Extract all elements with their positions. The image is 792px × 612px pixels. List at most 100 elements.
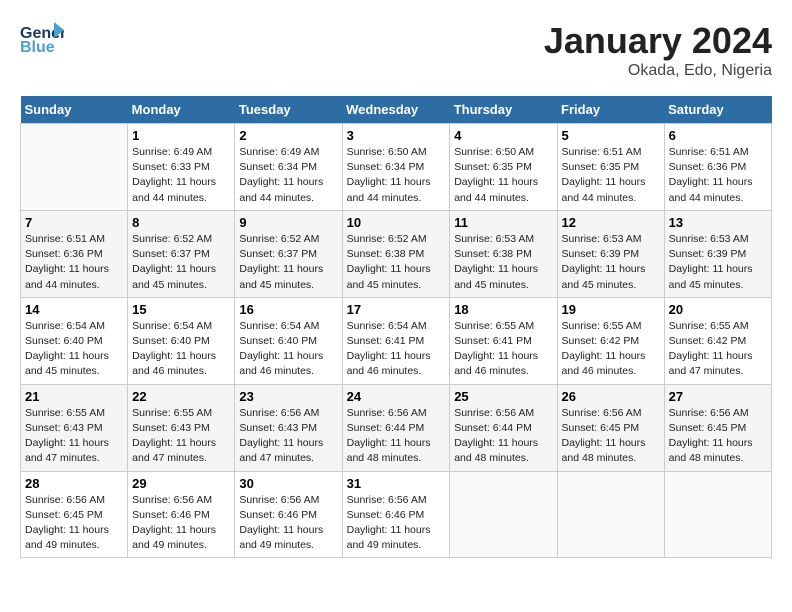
calendar-cell: 31Sunrise: 6:56 AMSunset: 6:46 PMDayligh…: [342, 471, 450, 558]
day-detail: Sunrise: 6:56 AMSunset: 6:43 PMDaylight:…: [239, 406, 337, 467]
calendar-cell: 18 Sunrise: 6:55 AMSunset: 6:41 PMDayligh…: [450, 297, 557, 384]
calendar-cell: 6 Sunrise: 6:51 AMSunset: 6:36 PMDaylight…: [664, 124, 771, 211]
day-detail: Sunrise: 6:49 AMSunset: 6:33 PMDaylight:…: [132, 145, 230, 206]
calendar-cell: 5Sunrise: 6:51 AMSunset: 6:35 PMDaylight…: [557, 124, 664, 211]
day-number: 6: [669, 128, 767, 143]
day-number: 20: [669, 302, 767, 317]
calendar-cell: 4 Sunrise: 6:50 AMSunset: 6:35 PMDaylight…: [450, 124, 557, 211]
calendar-cell: 15 Sunrise: 6:54 AMSunset: 6:40 PMDayligh…: [128, 297, 235, 384]
weekday-header-wednesday: Wednesday: [342, 96, 450, 124]
day-detail: Sunrise: 6:55 AMSunset: 6:43 PMDaylight:…: [25, 406, 123, 467]
day-number: 3: [347, 128, 446, 143]
day-number: 31: [347, 476, 446, 491]
day-number: 21: [25, 389, 123, 404]
logo-icon: General Blue: [20, 20, 64, 56]
day-number: 15: [132, 302, 230, 317]
calendar-cell: 11Sunrise: 6:53 AMSunset: 6:38 PMDayligh…: [450, 210, 557, 297]
day-detail: Sunrise: 6:56 AMSunset: 6:44 PMDaylight:…: [454, 406, 552, 467]
day-number: 18: [454, 302, 552, 317]
calendar-cell: 23 Sunrise: 6:56 AMSunset: 6:43 PMDayligh…: [235, 384, 342, 471]
calendar-cell: 14 Sunrise: 6:54 AMSunset: 6:40 PMDayligh…: [21, 297, 128, 384]
day-number: 7: [25, 215, 123, 230]
day-number: 22: [132, 389, 230, 404]
calendar-cell: 7 Sunrise: 6:51 AMSunset: 6:36 PMDaylight…: [21, 210, 128, 297]
calendar-cell: 21 Sunrise: 6:55 AMSunset: 6:43 PMDayligh…: [21, 384, 128, 471]
day-detail: Sunrise: 6:55 AMSunset: 6:42 PMDaylight:…: [669, 319, 767, 380]
day-number: 10: [347, 215, 446, 230]
weekday-header-row: SundayMondayTuesdayWednesdayThursdayFrid…: [21, 96, 772, 124]
calendar-cell: 1 Sunrise: 6:49 AMSunset: 6:33 PMDaylight…: [128, 124, 235, 211]
logo: General Blue: [20, 20, 64, 56]
day-number: 13: [669, 215, 767, 230]
calendar-week-row: 14 Sunrise: 6:54 AMSunset: 6:40 PMDayligh…: [21, 297, 772, 384]
calendar-cell: 20 Sunrise: 6:55 AMSunset: 6:42 PMDayligh…: [664, 297, 771, 384]
day-number: 28: [25, 476, 123, 491]
calendar-cell: 26 Sunrise: 6:56 AMSunset: 6:45 PMDayligh…: [557, 384, 664, 471]
day-number: 14: [25, 302, 123, 317]
calendar-cell: [21, 124, 128, 211]
day-number: 16: [239, 302, 337, 317]
day-detail: Sunrise: 6:56 AMSunset: 6:45 PMDaylight:…: [562, 406, 660, 467]
weekday-header-saturday: Saturday: [664, 96, 771, 124]
calendar-cell: 30Sunrise: 6:56 AMSunset: 6:46 PMDayligh…: [235, 471, 342, 558]
day-number: 17: [347, 302, 446, 317]
day-number: 23: [239, 389, 337, 404]
calendar-week-row: 28Sunrise: 6:56 AMSunset: 6:45 PMDayligh…: [21, 471, 772, 558]
day-detail: Sunrise: 6:53 AMSunset: 6:39 PMDaylight:…: [669, 232, 767, 293]
day-detail: Sunrise: 6:55 AMSunset: 6:42 PMDaylight:…: [562, 319, 660, 380]
day-detail: Sunrise: 6:51 AMSunset: 6:36 PMDaylight:…: [25, 232, 123, 293]
day-detail: Sunrise: 6:53 AMSunset: 6:39 PMDaylight:…: [562, 232, 660, 293]
day-detail: Sunrise: 6:55 AMSunset: 6:43 PMDaylight:…: [132, 406, 230, 467]
calendar-cell: [450, 471, 557, 558]
calendar-cell: 9 Sunrise: 6:52 AMSunset: 6:37 PMDaylight…: [235, 210, 342, 297]
day-detail: Sunrise: 6:54 AMSunset: 6:40 PMDaylight:…: [132, 319, 230, 380]
day-number: 4: [454, 128, 552, 143]
calendar-cell: 17Sunrise: 6:54 AMSunset: 6:41 PMDayligh…: [342, 297, 450, 384]
calendar-cell: 27Sunrise: 6:56 AMSunset: 6:45 PMDayligh…: [664, 384, 771, 471]
calendar-week-row: 7 Sunrise: 6:51 AMSunset: 6:36 PMDaylight…: [21, 210, 772, 297]
title-area: January 2024 Okada, Edo, Nigeria: [544, 20, 772, 80]
day-number: 1: [132, 128, 230, 143]
day-number: 26: [562, 389, 660, 404]
day-detail: Sunrise: 6:56 AMSunset: 6:44 PMDaylight:…: [347, 406, 446, 467]
weekday-header-tuesday: Tuesday: [235, 96, 342, 124]
day-detail: Sunrise: 6:50 AMSunset: 6:34 PMDaylight:…: [347, 145, 446, 206]
day-number: 11: [454, 215, 552, 230]
day-detail: Sunrise: 6:55 AMSunset: 6:41 PMDaylight:…: [454, 319, 552, 380]
weekday-header-monday: Monday: [128, 96, 235, 124]
calendar-cell: 28Sunrise: 6:56 AMSunset: 6:45 PMDayligh…: [21, 471, 128, 558]
day-number: 27: [669, 389, 767, 404]
day-detail: Sunrise: 6:49 AMSunset: 6:34 PMDaylight:…: [239, 145, 337, 206]
calendar-cell: 25 Sunrise: 6:56 AMSunset: 6:44 PMDayligh…: [450, 384, 557, 471]
calendar-cell: 16Sunrise: 6:54 AMSunset: 6:40 PMDayligh…: [235, 297, 342, 384]
calendar-week-row: 1 Sunrise: 6:49 AMSunset: 6:33 PMDaylight…: [21, 124, 772, 211]
calendar-cell: 2 Sunrise: 6:49 AMSunset: 6:34 PMDaylight…: [235, 124, 342, 211]
day-detail: Sunrise: 6:51 AMSunset: 6:35 PMDaylight:…: [562, 145, 660, 206]
weekday-header-sunday: Sunday: [21, 96, 128, 124]
calendar-cell: [557, 471, 664, 558]
svg-text:Blue: Blue: [20, 39, 55, 56]
day-detail: Sunrise: 6:51 AMSunset: 6:36 PMDaylight:…: [669, 145, 767, 206]
day-detail: Sunrise: 6:52 AMSunset: 6:37 PMDaylight:…: [132, 232, 230, 293]
calendar-cell: 24Sunrise: 6:56 AMSunset: 6:44 PMDayligh…: [342, 384, 450, 471]
day-detail: Sunrise: 6:50 AMSunset: 6:35 PMDaylight:…: [454, 145, 552, 206]
day-detail: Sunrise: 6:54 AMSunset: 6:40 PMDaylight:…: [25, 319, 123, 380]
calendar-cell: 13 Sunrise: 6:53 AMSunset: 6:39 PMDayligh…: [664, 210, 771, 297]
day-detail: Sunrise: 6:56 AMSunset: 6:46 PMDaylight:…: [132, 493, 230, 554]
calendar-cell: 8Sunrise: 6:52 AMSunset: 6:37 PMDaylight…: [128, 210, 235, 297]
day-number: 12: [562, 215, 660, 230]
day-number: 29: [132, 476, 230, 491]
month-title: January 2024: [544, 20, 772, 62]
day-number: 9: [239, 215, 337, 230]
day-detail: Sunrise: 6:52 AMSunset: 6:37 PMDaylight:…: [239, 232, 337, 293]
day-number: 2: [239, 128, 337, 143]
day-detail: Sunrise: 6:52 AMSunset: 6:38 PMDaylight:…: [347, 232, 446, 293]
page-header: General Blue January 2024 Okada, Edo, Ni…: [20, 20, 772, 80]
calendar-cell: [664, 471, 771, 558]
day-detail: Sunrise: 6:56 AMSunset: 6:46 PMDaylight:…: [239, 493, 337, 554]
calendar-cell: 3 Sunrise: 6:50 AMSunset: 6:34 PMDaylight…: [342, 124, 450, 211]
calendar-cell: 10 Sunrise: 6:52 AMSunset: 6:38 PMDayligh…: [342, 210, 450, 297]
weekday-header-thursday: Thursday: [450, 96, 557, 124]
calendar-cell: 19Sunrise: 6:55 AMSunset: 6:42 PMDayligh…: [557, 297, 664, 384]
day-number: 25: [454, 389, 552, 404]
